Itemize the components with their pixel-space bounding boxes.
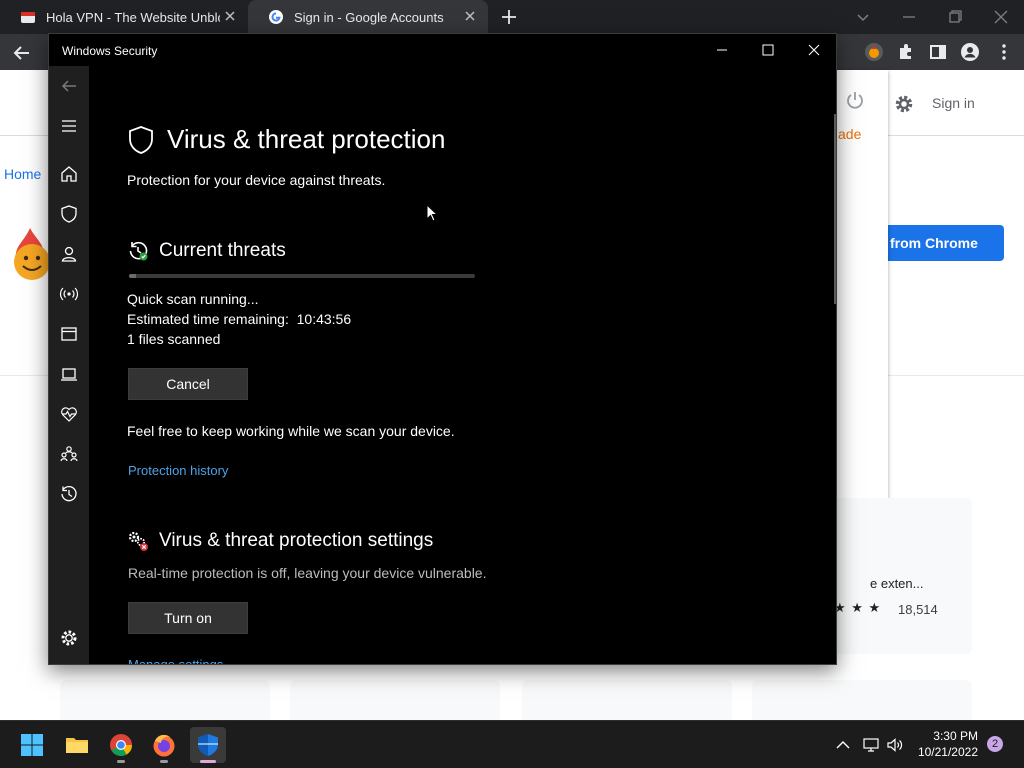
settings-gear-icon[interactable] <box>894 94 914 114</box>
shield-icon <box>129 125 153 154</box>
home-breadcrumb-link[interactable]: Home <box>4 166 41 182</box>
upgrade-link[interactable]: ade <box>838 126 861 142</box>
minimize-icon[interactable] <box>714 42 730 58</box>
restore-icon[interactable] <box>944 6 966 28</box>
manage-settings-link[interactable]: Manage settings <box>128 657 223 664</box>
volume-icon[interactable] <box>886 736 904 754</box>
main-content: Virus & threat protection Protection for… <box>89 66 836 664</box>
close-icon[interactable] <box>806 42 822 58</box>
working-note: Feel free to keep working while we scan … <box>127 423 455 439</box>
tab-hola-vpn[interactable]: Hola VPN - The Website Unblock <box>0 0 248 34</box>
app-browser-control-icon[interactable] <box>59 324 79 344</box>
hola-favicon-icon <box>21 12 35 23</box>
new-tab-icon[interactable] <box>500 8 518 26</box>
scan-progress-fill <box>129 274 136 278</box>
page-subtitle: Protection for your device against threa… <box>127 172 386 188</box>
windows-security-window: Windows Security Virus & threat protecti… <box>48 33 837 665</box>
windows-security-shield-icon <box>198 734 218 756</box>
menu-kebab-icon[interactable] <box>994 42 1014 62</box>
family-options-icon[interactable] <box>59 444 79 464</box>
back-arrow-icon[interactable] <box>12 43 32 63</box>
hamburger-menu-icon[interactable] <box>59 116 79 136</box>
firefox-icon <box>153 734 175 757</box>
chrome-icon <box>110 734 132 756</box>
window-title: Windows Security <box>62 44 158 58</box>
taskbar-windows-security[interactable] <box>190 727 226 763</box>
close-window-icon[interactable] <box>990 6 1012 28</box>
back-arrow-icon[interactable] <box>59 76 79 96</box>
profile-icon[interactable] <box>960 42 980 62</box>
close-icon[interactable] <box>222 8 238 24</box>
taskbar-firefox[interactable] <box>146 727 182 763</box>
clock-time[interactable]: 3:30 PM <box>918 729 978 743</box>
time-remaining-text: Estimated time remaining: 10:43:56 <box>127 311 352 327</box>
scrollbar[interactable] <box>834 114 836 304</box>
side-panel-icon[interactable] <box>928 42 948 62</box>
device-health-icon[interactable] <box>59 404 79 424</box>
protection-history-icon[interactable] <box>59 484 79 504</box>
tab-search-icon[interactable] <box>852 6 874 28</box>
hola-logo-icon <box>14 228 50 280</box>
chevron-up-icon[interactable] <box>834 736 852 754</box>
running-indicator <box>117 760 125 763</box>
active-indicator <box>200 760 216 763</box>
rating-stars: ★ ★ ★ <box>834 600 882 615</box>
rating-count: 18,514 <box>898 602 938 617</box>
hola-extension-icon[interactable] <box>864 42 884 62</box>
google-favicon-icon <box>269 10 283 24</box>
files-scanned-text: 1 files scanned <box>127 331 221 347</box>
extensions-puzzle-icon[interactable] <box>896 42 916 62</box>
notification-badge[interactable]: 2 <box>987 736 1003 752</box>
device-security-icon[interactable] <box>59 364 79 384</box>
power-icon[interactable] <box>846 90 864 110</box>
close-icon[interactable] <box>462 8 478 24</box>
taskbar-chrome[interactable] <box>103 727 139 763</box>
protection-history-link[interactable]: Protection history <box>128 463 228 478</box>
current-threats-heading: Current threats <box>127 240 286 262</box>
running-indicator <box>160 760 168 763</box>
extension-card[interactable]: e exten... ★ ★ ★ 18,514 <box>820 498 972 654</box>
section-title: Current threats <box>159 240 286 261</box>
sign-in-link[interactable]: Sign in <box>932 95 975 111</box>
scan-status-text: Quick scan running... <box>127 291 259 307</box>
page-heading: Virus & threat protection <box>127 124 445 155</box>
browser-tab-bar: Hola VPN - The Website Unblock Sign in -… <box>0 0 1024 34</box>
tab-google-signin[interactable]: Sign in - Google Accounts <box>248 0 488 34</box>
windows-start-icon <box>21 734 43 756</box>
section-title: Virus & threat protection settings <box>159 530 434 551</box>
folder-icon <box>66 738 88 753</box>
shield-icon[interactable] <box>59 204 79 224</box>
firewall-network-icon[interactable] <box>59 284 79 304</box>
tab-title: Sign in - Google Accounts <box>294 9 444 25</box>
minimize-icon[interactable] <box>898 6 920 28</box>
tab-title: Hola VPN - The Website Unblock <box>46 9 220 25</box>
start-button[interactable] <box>14 727 50 763</box>
home-icon[interactable] <box>59 164 79 184</box>
realtime-warning-text: Real-time protection is off, leaving you… <box>128 565 487 581</box>
add-to-chrome-label: from Chrome <box>890 235 978 251</box>
scan-progress-bar <box>129 274 475 278</box>
threat-scan-icon <box>129 241 148 261</box>
page-title: Virus & threat protection <box>167 124 446 154</box>
clock-date[interactable]: 10/21/2022 <box>906 745 978 759</box>
network-icon[interactable] <box>862 736 880 754</box>
maximize-icon[interactable] <box>760 42 776 58</box>
protection-settings-heading: Virus & threat protection settings <box>127 530 433 552</box>
extension-name: e exten... <box>870 576 924 591</box>
windows-taskbar <box>0 720 1024 768</box>
navigation-sidebar <box>49 66 89 664</box>
settings-gear-icon[interactable] <box>59 628 79 648</box>
taskbar-file-explorer[interactable] <box>59 727 95 763</box>
account-protection-icon[interactable] <box>59 244 79 264</box>
window-titlebar[interactable]: Windows Security <box>49 34 836 66</box>
turn-on-button[interactable]: Turn on <box>128 602 248 634</box>
settings-warning-icon <box>128 531 148 551</box>
mouse-cursor-icon <box>426 204 438 222</box>
cancel-scan-button[interactable]: Cancel <box>128 368 248 400</box>
